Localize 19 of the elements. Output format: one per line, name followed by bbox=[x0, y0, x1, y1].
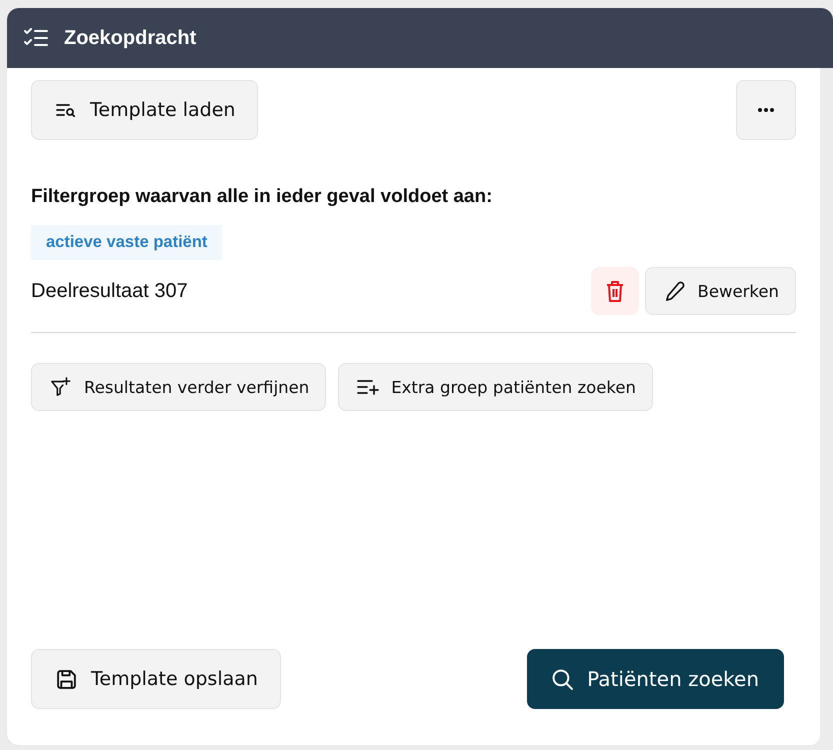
action-button[interactable]: Extra groep patiënten zoeken bbox=[338, 363, 653, 411]
window-title: Zoekopdracht bbox=[64, 26, 196, 50]
pencil-icon bbox=[664, 281, 686, 301]
search-patients-button[interactable]: Patiënten zoeken bbox=[527, 649, 784, 709]
filter-group-heading: Filtergroep waarvan alle in ieder geval voldoet aan: bbox=[31, 186, 494, 208]
list-search-icon bbox=[56, 103, 76, 117]
delete-button[interactable] bbox=[590, 267, 639, 315]
checklist-icon bbox=[24, 28, 48, 48]
action-button[interactable]: Resultaten verder verfijnen bbox=[31, 363, 326, 411]
save-template-button[interactable]: Template opslaan bbox=[31, 649, 281, 709]
list-plus-icon bbox=[357, 377, 380, 397]
filter-plus-icon bbox=[50, 377, 72, 397]
search-icon bbox=[552, 668, 574, 690]
load-template-button[interactable]: Template laden bbox=[31, 80, 258, 140]
trash-icon bbox=[606, 280, 624, 302]
more-icon bbox=[757, 108, 775, 112]
partial-result-text: Deelresultaat 307 bbox=[31, 280, 189, 302]
edit-button[interactable]: Bewerken bbox=[644, 267, 796, 315]
filter-tag: actieve vaste patiënt bbox=[31, 225, 222, 260]
